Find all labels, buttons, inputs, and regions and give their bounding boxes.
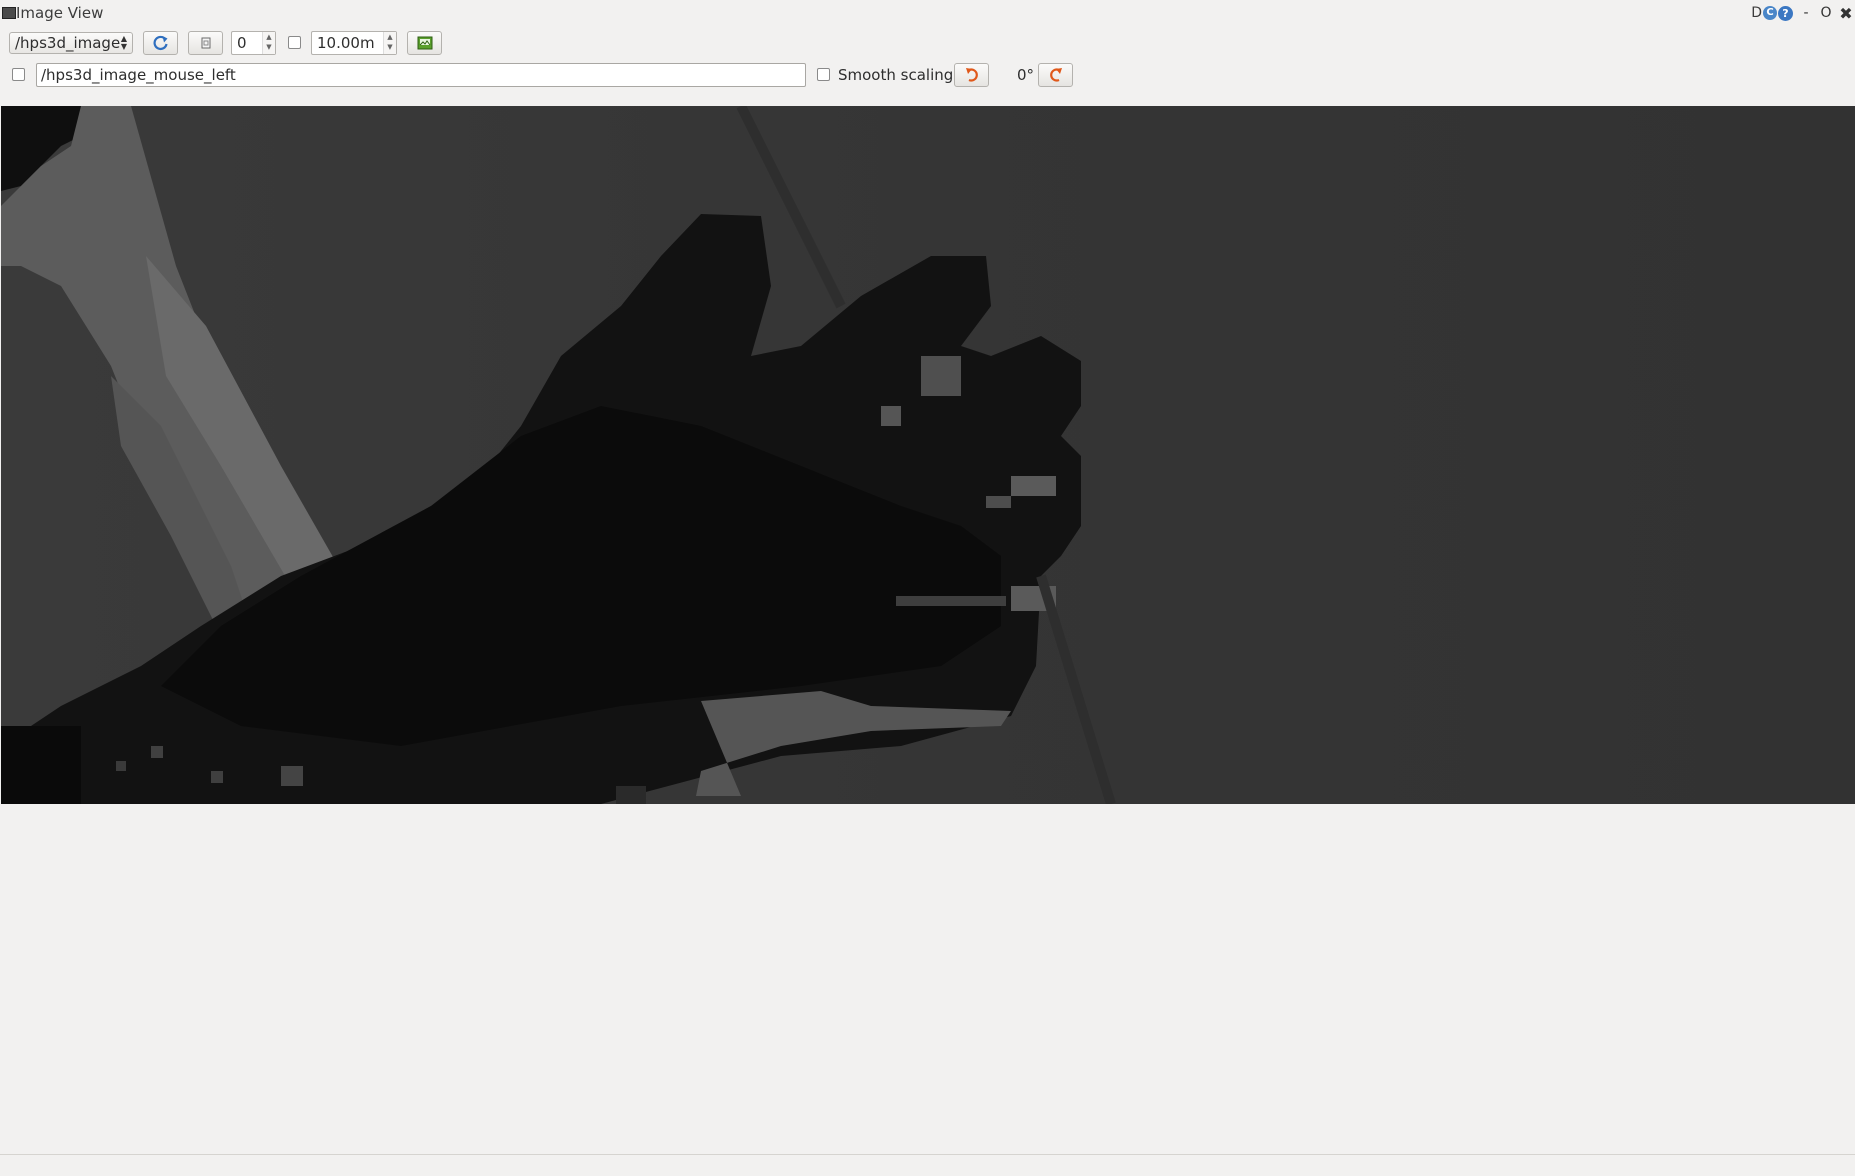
rotate-right-icon [1049,68,1062,82]
chevron-updown-icon: ▲ ▼ [120,34,127,51]
max-range-checkbox[interactable] [288,36,301,49]
toolbar-row-1: /hps3d_image ▲ ▼ 0 ▲ ▼ 10.00m ▲ ▼ [0,30,1855,56]
rotate-left-button[interactable] [954,63,989,87]
plugin-buttons: D C ? [1751,5,1793,21]
app-icon [2,7,16,19]
spin-value-input[interactable]: 0 ▲ ▼ [231,31,276,55]
dock-button[interactable]: D [1751,5,1762,21]
zoom-fit-button[interactable] [188,31,223,55]
smooth-scaling-label: Smooth scaling [838,66,954,84]
restore-button[interactable]: O [1819,5,1833,21]
smooth-scaling-checkbox[interactable] [817,68,830,81]
window-title: Image View [16,4,104,22]
image-display[interactable] [1,106,1855,804]
rotate-right-button[interactable] [1038,63,1073,87]
mouse-publish-checkbox[interactable] [12,68,25,81]
minimize-button[interactable]: - [1799,5,1813,21]
title-bar: Image View D C ? - O ✖ [0,0,1855,26]
save-image-icon [417,36,432,50]
title-bar-controls: D C ? - O ✖ [1751,3,1853,23]
refresh-button[interactable] [143,31,178,55]
max-range-value: 10.00m [317,34,375,52]
topic-select-value: /hps3d_image [15,34,121,52]
reload-plugin-button[interactable]: C [1763,6,1777,20]
spin-arrows-icon[interactable]: ▲ ▼ [262,32,275,54]
spin-value: 0 [237,34,247,52]
refresh-icon [153,35,168,51]
rotate-left-icon [965,68,978,82]
mouse-topic-input[interactable]: /hps3d_image_mouse_left [36,63,806,87]
toolbar-row-2: /hps3d_image_mouse_left Smooth scaling 0… [0,62,1855,90]
help-icon[interactable]: ? [1778,5,1793,21]
status-divider [0,1154,1855,1155]
save-image-button[interactable] [407,31,442,55]
max-range-input[interactable]: 10.00m ▲ ▼ [311,31,397,55]
topic-select[interactable]: /hps3d_image ▲ ▼ [9,32,133,54]
zoom-fit-icon [201,37,210,49]
close-button[interactable]: ✖ [1839,4,1853,23]
depth-image [1,106,1855,804]
max-range-arrows-icon[interactable]: ▲ ▼ [383,32,396,54]
rotation-label: 0° [1017,66,1035,84]
